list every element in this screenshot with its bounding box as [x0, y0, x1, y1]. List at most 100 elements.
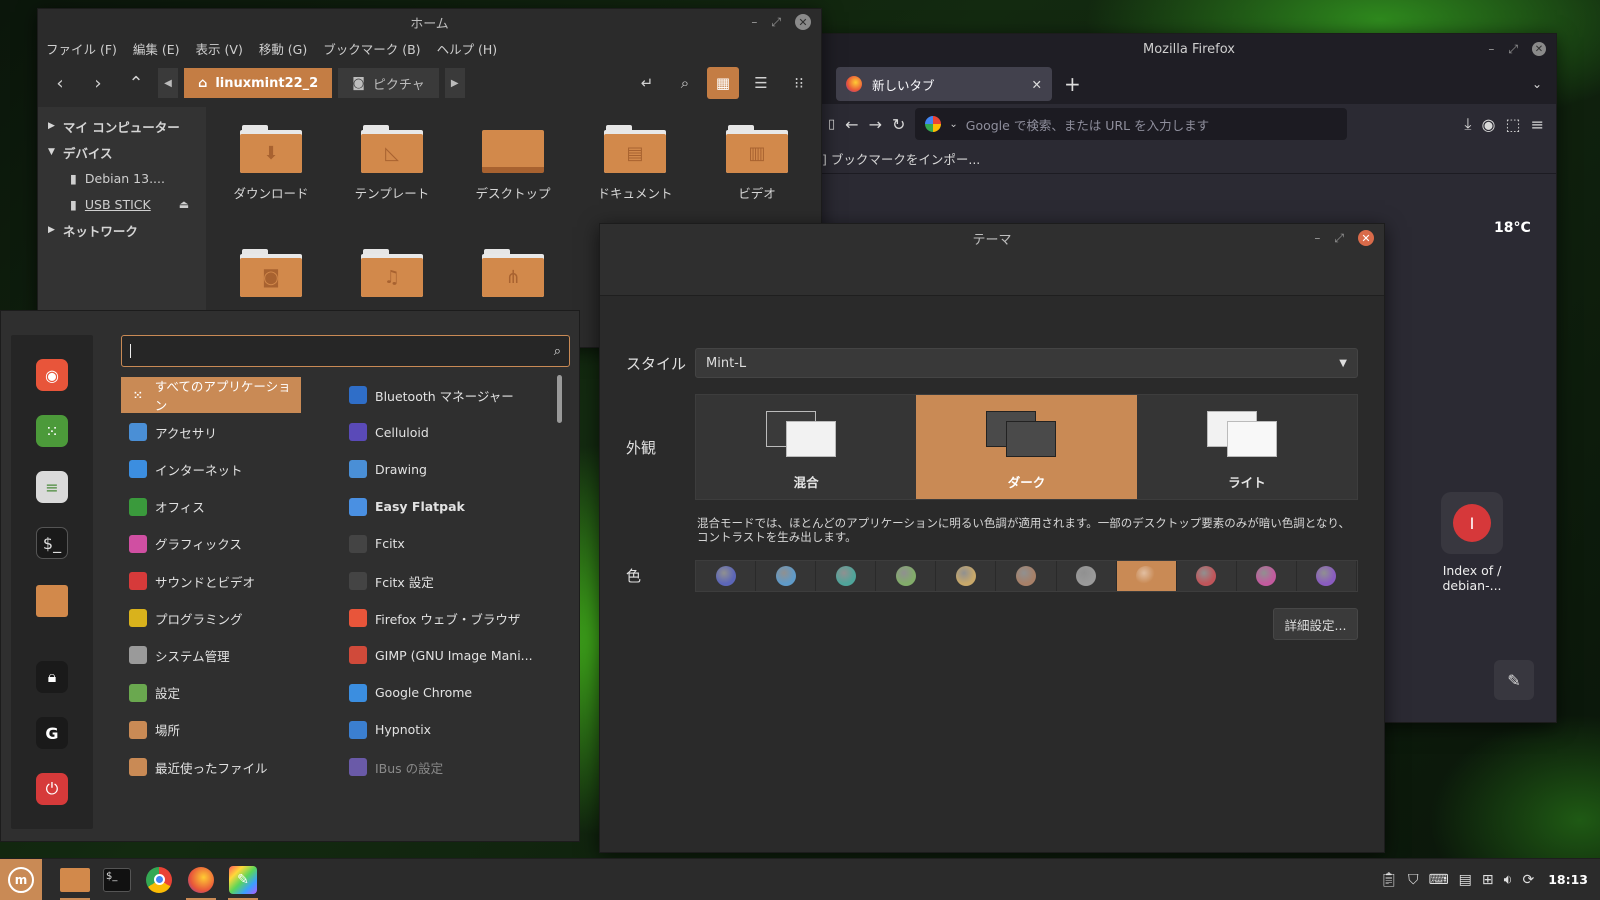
menu-category-item[interactable]: インターネット: [121, 451, 301, 487]
maximize-icon[interactable]: ⤢: [1508, 42, 1518, 57]
style-dropdown[interactable]: Mint-L ▼: [695, 348, 1358, 378]
appearance-mixed[interactable]: 混合: [696, 395, 917, 499]
taskbar-terminal[interactable]: $_: [96, 859, 138, 900]
favorite-terminal-icon[interactable]: $_: [36, 527, 68, 559]
color-swatch[interactable]: [876, 561, 937, 591]
menu-app-item[interactable]: GIMP (GNU Image Mani...: [341, 637, 551, 673]
collapse-icon[interactable]: ▼: [48, 147, 55, 157]
favorite-files-icon[interactable]: [36, 585, 68, 617]
menu-app-item[interactable]: Fcitx: [341, 526, 551, 562]
appearance-dark[interactable]: ダーク: [916, 395, 1137, 499]
mint-menu-button[interactable]: m: [0, 858, 42, 900]
folder-public[interactable]: ⋔: [458, 249, 568, 307]
favorite-settings-icon[interactable]: ≡: [36, 471, 68, 503]
menu-bookmarks[interactable]: ブックマーク (B): [323, 39, 420, 58]
notes-icon[interactable]: ▤: [1459, 872, 1472, 888]
menu-category-item[interactable]: 設定: [121, 675, 301, 711]
color-swatch[interactable]: [756, 561, 817, 591]
new-tab-icon[interactable]: +: [1064, 72, 1081, 96]
menu-app-item[interactable]: IBus の設定: [341, 749, 551, 785]
eject-icon[interactable]: ⏏: [179, 198, 189, 211]
sidebar-device-debian[interactable]: ▮ Debian 13....: [38, 165, 206, 191]
color-swatch[interactable]: [1056, 561, 1117, 591]
taskbar-chrome[interactable]: [138, 859, 180, 900]
volume-icon[interactable]: 🔉︎: [1504, 872, 1513, 888]
minimize-icon[interactable]: –: [751, 15, 757, 29]
update-icon[interactable]: ⟳: [1522, 872, 1534, 888]
color-swatch[interactable]: [1176, 561, 1237, 591]
close-icon[interactable]: ✕: [1358, 230, 1374, 246]
menu-category-item[interactable]: ⁙ すべてのアプリケーション: [121, 377, 301, 413]
menu-category-item[interactable]: 場所: [121, 712, 301, 748]
close-icon[interactable]: ✕: [795, 14, 811, 30]
menu-go[interactable]: 移動 (G): [259, 39, 307, 58]
folder-music[interactable]: ♫: [337, 249, 447, 307]
folder-videos[interactable]: ▥ ビデオ: [702, 125, 812, 202]
start-menu[interactable]: ◉ ⁙ ≡ $_ 🔒︎ G ⏻ ⌕ ⁙ すべてのアプリケーション アクセサリ インター…: [0, 310, 580, 842]
menu-app-item[interactable]: Drawing: [341, 451, 551, 487]
menu-category-item[interactable]: オフィス: [121, 489, 301, 525]
extensions-icon[interactable]: ⬚: [1505, 115, 1520, 134]
shortcut-tile[interactable]: I: [1441, 492, 1503, 554]
color-swatch[interactable]: [1116, 561, 1177, 591]
path-left-arrow-icon[interactable]: ◀: [158, 68, 178, 98]
taskbar-themes[interactable]: ✎: [222, 859, 264, 900]
clock[interactable]: 18:13: [1548, 872, 1588, 887]
color-swatch[interactable]: [936, 561, 997, 591]
forward-icon[interactable]: ›: [82, 67, 114, 99]
folder-templates[interactable]: ◺ テンプレート: [337, 125, 447, 202]
menu-category-item[interactable]: システム管理: [121, 637, 301, 673]
close-icon[interactable]: ✕: [1532, 42, 1546, 56]
folder-documents[interactable]: ▤ ドキュメント: [580, 125, 690, 202]
logout-icon[interactable]: G: [36, 717, 68, 749]
menu-edit[interactable]: 編集 (E): [133, 39, 180, 58]
appearance-light[interactable]: ライト: [1136, 395, 1357, 499]
keyboard-icon[interactable]: ⌨: [1428, 872, 1448, 888]
tab-list-icon[interactable]: ⌄: [1532, 77, 1542, 91]
url-bar[interactable]: ⌄ Google で検索、または URL を入力します: [915, 108, 1348, 140]
menu-category-item[interactable]: サウンドとビデオ: [121, 563, 301, 599]
network-icon[interactable]: ⊞: [1482, 872, 1494, 888]
back-icon[interactable]: ‹: [44, 67, 76, 99]
theme-header[interactable]: テーマ – ⤢ ✕: [600, 224, 1384, 296]
menu-category-item[interactable]: プログラミング: [121, 600, 301, 636]
taskbar-firefox[interactable]: [180, 859, 222, 900]
folder-desktop[interactable]: デスクトップ: [458, 125, 568, 202]
sidebar-icon[interactable]: ▯: [828, 117, 835, 132]
menu-app-item[interactable]: Firefox ウェブ・ブラウザ: [341, 600, 551, 636]
search-engine-dropdown-icon[interactable]: ⌄: [949, 119, 957, 130]
forward-icon[interactable]: →: [869, 115, 882, 134]
icon-view-icon[interactable]: ▦: [707, 67, 739, 99]
folder-downloads[interactable]: ⬇ ダウンロード: [216, 125, 326, 202]
menu-scrollbar[interactable]: [557, 375, 562, 423]
fm-titlebar[interactable]: ホーム – ⤢ ✕: [38, 9, 821, 35]
folder-pictures[interactable]: ◙: [216, 249, 326, 307]
taskbar-files[interactable]: [54, 859, 96, 900]
compact-view-icon[interactable]: ⁝⁝: [783, 67, 815, 99]
menu-file[interactable]: ファイル (F): [46, 39, 117, 58]
theme-window[interactable]: テーマ – ⤢ ✕ スタイル Mint-L ▼ 外観 混合 ダーク ライト 混合…: [599, 223, 1385, 853]
color-swatch[interactable]: [696, 561, 757, 591]
firefox-tab[interactable]: 新しいタブ ✕: [836, 67, 1052, 101]
edit-shortcuts-button[interactable]: ✎: [1494, 660, 1534, 700]
favorite-software-manager-icon[interactable]: ⁙: [36, 415, 68, 447]
path-segment-home[interactable]: ⌂ linuxmint22_2: [184, 68, 333, 98]
favorite-firefox-icon[interactable]: ◉: [36, 359, 68, 391]
menu-category-item[interactable]: 最近使ったファイル: [121, 749, 301, 785]
search-icon[interactable]: ⌕: [669, 67, 701, 99]
google-icon[interactable]: [925, 116, 942, 132]
menu-view[interactable]: 表示 (V): [196, 39, 243, 58]
menu-app-item[interactable]: Easy Flatpak: [341, 489, 551, 525]
menu-icon[interactable]: ≡: [1531, 115, 1544, 134]
path-right-arrow-icon[interactable]: ▶: [444, 68, 465, 98]
menu-help[interactable]: ヘルプ (H): [437, 39, 498, 58]
reload-icon[interactable]: ↻: [892, 115, 905, 134]
menu-app-item[interactable]: Hypnotix: [341, 712, 551, 748]
download-icon[interactable]: ⤓: [1464, 114, 1471, 134]
clipboard-icon[interactable]: 📋︎: [1380, 872, 1398, 888]
menu-app-item[interactable]: Google Chrome: [341, 675, 551, 711]
advanced-settings-button[interactable]: 詳細設定...: [1273, 608, 1358, 640]
sidebar-network[interactable]: ▶ ネットワーク: [38, 217, 206, 243]
maximize-icon[interactable]: ⤢: [1334, 231, 1344, 246]
color-swatch[interactable]: [816, 561, 877, 591]
